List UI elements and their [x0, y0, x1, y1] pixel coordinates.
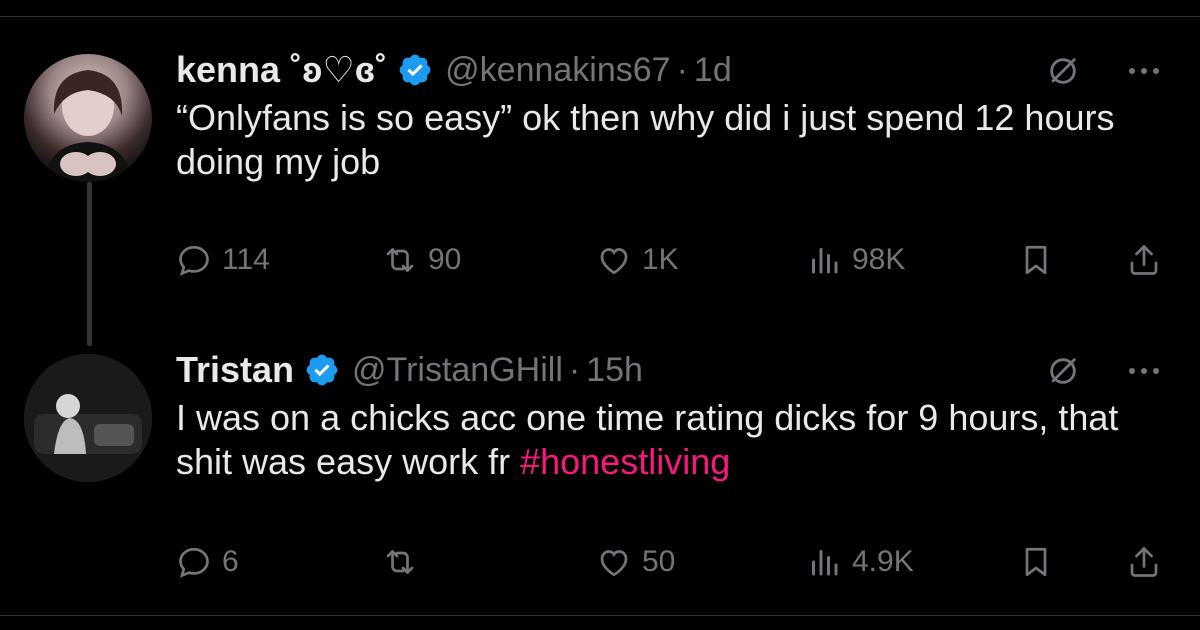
share-icon: [1130, 245, 1158, 275]
timestamp[interactable]: 1d: [694, 51, 732, 90]
thread-connector-line: [87, 182, 92, 346]
user-handle[interactable]: @kennakins67: [445, 51, 670, 90]
separator-dot: ·: [568, 350, 581, 389]
views-count: 98K: [852, 243, 906, 276]
bottom-divider: [0, 615, 1200, 616]
top-divider: [0, 16, 1200, 17]
bookmark-icon: [1025, 245, 1047, 275]
avatar-image: [44, 70, 132, 182]
share-button[interactable]: [1126, 238, 1162, 282]
hashtag-link[interactable]: #honestliving: [520, 441, 730, 482]
retweet-icon: [386, 248, 414, 272]
bookmark-button[interactable]: [1018, 238, 1054, 282]
display-name[interactable]: kenna ˚ʚ♡ɞ˚: [176, 49, 387, 91]
tweet-header: kenna ˚ʚ♡ɞ˚ @kennakins67 · 1d: [176, 48, 1176, 92]
grok-icon[interactable]: [1046, 54, 1080, 88]
reply-button[interactable]: 6: [176, 540, 239, 584]
avatar-image: [24, 354, 152, 482]
like-button[interactable]: 1K: [596, 238, 679, 282]
tweet-header: Tristan @TristanGHill · 15h: [176, 348, 1176, 392]
avatar[interactable]: [24, 54, 152, 182]
retweet-icon: [386, 550, 414, 574]
share-icon: [1130, 547, 1158, 577]
tweet-text: I was on a chicks acc one time rating di…: [176, 396, 1166, 484]
bookmark-button[interactable]: [1018, 540, 1054, 584]
tweet[interactable]: kenna ˚ʚ♡ɞ˚ @kennakins67 · 1d “Onlyfans …: [176, 48, 1176, 184]
avatar[interactable]: [24, 354, 152, 482]
retweet-button[interactable]: 90: [382, 238, 461, 282]
views-button[interactable]: 4.9K: [806, 540, 914, 584]
reply-button[interactable]: 114: [176, 238, 270, 282]
reply-icon: [179, 245, 209, 276]
tweet[interactable]: Tristan @TristanGHill · 15h I was on a c…: [176, 348, 1176, 484]
action-bar: 6 50 4.9K: [176, 540, 1176, 584]
like-count: 50: [642, 545, 676, 578]
more-icon[interactable]: [1126, 356, 1162, 386]
tweet-body: “Onlyfans is so easy” ok then why did i …: [176, 97, 1115, 182]
more-icon[interactable]: [1126, 56, 1162, 86]
retweet-button[interactable]: [382, 540, 428, 584]
views-icon: [812, 550, 838, 576]
reply-count: 114: [222, 243, 270, 276]
timestamp[interactable]: 15h: [586, 351, 643, 390]
action-bar: 114 90 1K 98K: [176, 238, 1176, 282]
retweet-count: 90: [428, 243, 462, 276]
heart-icon: [600, 550, 628, 577]
bookmark-icon: [1025, 547, 1047, 577]
like-button[interactable]: 50: [596, 540, 675, 584]
views-icon: [812, 248, 838, 274]
separator-dot: ·: [676, 50, 688, 89]
heart-icon: [600, 248, 628, 275]
tweet-text: “Onlyfans is so easy” ok then why did i …: [176, 96, 1166, 184]
display-name[interactable]: Tristan: [176, 349, 294, 391]
like-count: 1K: [642, 243, 679, 276]
grok-icon[interactable]: [1046, 354, 1080, 388]
verified-badge-icon: [306, 354, 338, 386]
views-button[interactable]: 98K: [806, 238, 905, 282]
share-button[interactable]: [1126, 540, 1162, 584]
reply-count: 6: [222, 545, 239, 578]
reply-icon: [179, 547, 209, 578]
verified-badge-icon: [399, 54, 431, 86]
views-count: 4.9K: [852, 545, 914, 578]
user-handle[interactable]: @TristanGHill: [352, 351, 563, 390]
